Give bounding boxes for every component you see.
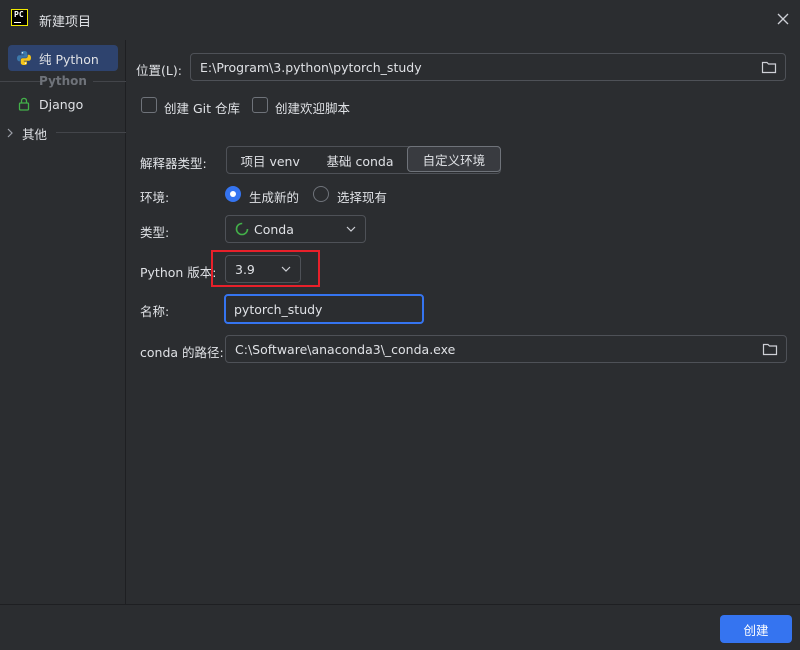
pycharm-logo-icon: PC — [11, 9, 28, 26]
location-field[interactable]: E:\Program\3.python\pytorch_study — [190, 53, 786, 81]
generate-new-radio[interactable] — [225, 186, 241, 202]
location-label: 位置(L): — [136, 63, 182, 78]
interpreter-type-selector: 项目 venv 基础 conda 自定义环境 — [226, 146, 501, 174]
close-button[interactable] — [772, 8, 794, 30]
python-icon — [17, 51, 31, 65]
type-value: Conda — [254, 221, 294, 237]
sidebar-item-pure-python[interactable]: 纯 Python — [8, 45, 118, 71]
conda-path-field[interactable]: C:\Software\anaconda3\_conda.exe — [225, 335, 787, 363]
conda-path-value: C:\Software\anaconda3\_conda.exe — [235, 341, 456, 357]
create-welcome-script-label: 创建欢迎脚本 — [275, 101, 351, 116]
divider — [56, 132, 126, 133]
title-bar: PC 新建项目 — [0, 0, 800, 40]
create-welcome-script-checkbox[interactable] — [252, 97, 268, 113]
option-custom-environment[interactable]: 自定义环境 — [406, 146, 501, 172]
type-dropdown[interactable]: Conda — [225, 215, 366, 243]
sidebar-item-django[interactable]: Django — [8, 91, 118, 117]
sidebar-item-label: 纯 Python — [39, 51, 99, 67]
chevron-right-icon — [7, 128, 13, 138]
annotation-highlight-box — [211, 250, 320, 287]
create-git-repo-label: 创建 Git 仓库 — [164, 101, 241, 116]
sidebar-item-label: 其他 — [22, 126, 48, 142]
option-base-conda[interactable]: 基础 conda — [313, 147, 406, 173]
generate-new-label: 生成新的 — [249, 190, 300, 205]
divider — [93, 81, 126, 82]
dialog-footer: 创建 — [0, 604, 800, 650]
conda-path-label: conda 的路径: — [140, 345, 224, 360]
chevron-down-icon — [346, 226, 356, 232]
create-git-repo-checkbox[interactable] — [141, 97, 157, 113]
lock-icon — [18, 97, 30, 111]
folder-icon[interactable] — [762, 342, 778, 356]
window-title: 新建项目 — [39, 15, 92, 30]
interpreter-type-label: 解释器类型: — [140, 156, 207, 171]
name-value: pytorch_study — [234, 301, 323, 317]
select-existing-radio[interactable] — [313, 186, 329, 202]
name-input[interactable]: pytorch_study — [224, 294, 424, 324]
create-button[interactable]: 创建 — [720, 615, 792, 643]
sidebar-item-label: Django — [39, 96, 84, 112]
python-version-label: Python 版本: — [140, 265, 217, 280]
conda-icon — [235, 222, 249, 236]
environment-label: 环境: — [140, 190, 170, 205]
close-icon — [777, 13, 789, 25]
project-type-sidebar: 纯 Python Python Django 其他 — [0, 40, 126, 604]
type-label: 类型: — [140, 225, 170, 240]
folder-icon[interactable] — [761, 60, 777, 74]
project-settings-form: 位置(L): E:\Program\3.python\pytorch_study… — [127, 40, 800, 604]
name-label: 名称: — [140, 304, 170, 319]
sidebar-item-others[interactable]: 其他 — [4, 123, 47, 143]
location-value: E:\Program\3.python\pytorch_study — [200, 59, 422, 75]
option-project-venv[interactable]: 项目 venv — [227, 147, 313, 173]
select-existing-label: 选择现有 — [337, 190, 388, 205]
